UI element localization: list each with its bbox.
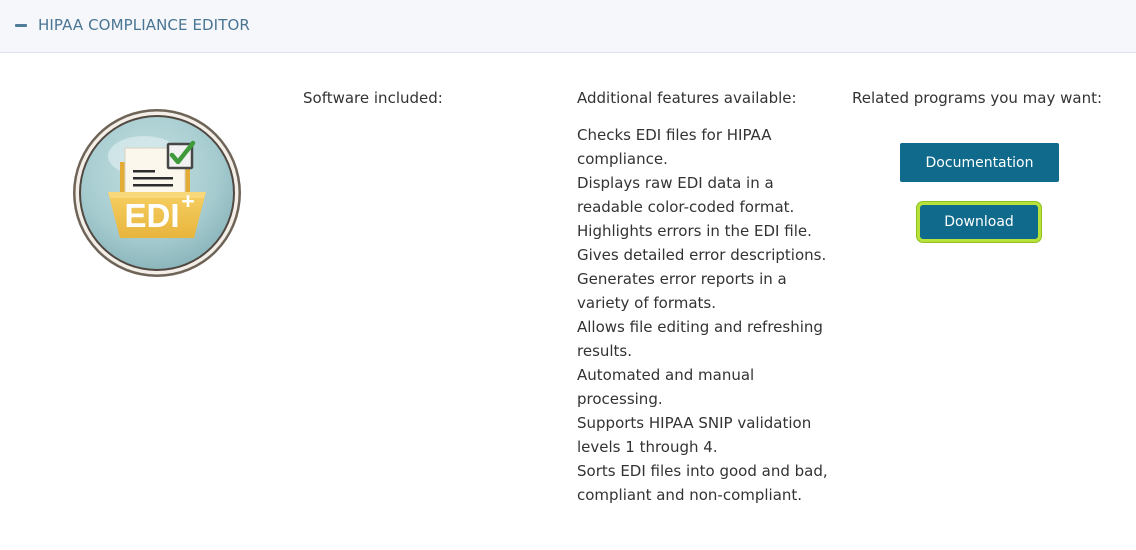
features-list: Checks EDI files for HIPAA compliance. D… — [577, 123, 839, 507]
feature-item: Allows file editing and refreshing resul… — [577, 318, 823, 360]
software-included-heading: Software included: — [303, 89, 443, 107]
minus-icon[interactable] — [15, 24, 27, 27]
feature-item: Checks EDI files for HIPAA compliance. — [577, 126, 772, 168]
documentation-button[interactable]: Documentation — [900, 143, 1059, 182]
edi-logo-text: EDI — [124, 197, 179, 234]
edi-logo-plus: + — [181, 188, 194, 214]
additional-features-heading: Additional features available: — [577, 89, 797, 107]
feature-item: Automated and manual processing. — [577, 366, 755, 408]
edi-logo: EDI + — [72, 108, 242, 278]
download-button[interactable]: Download — [917, 202, 1041, 242]
related-programs-heading: Related programs you may want: — [852, 89, 1103, 107]
feature-item: Displays raw EDI data in a readable colo… — [577, 174, 795, 216]
feature-item: Highlights errors in the EDI file. — [577, 222, 812, 240]
feature-item: Supports HIPAA SNIP validation levels 1 … — [577, 414, 812, 456]
accordion-title[interactable]: HIPAA COMPLIANCE EDITOR — [38, 14, 250, 36]
feature-item: Gives detailed error descriptions. — [577, 246, 827, 264]
accordion-header[interactable]: HIPAA COMPLIANCE EDITOR — [0, 0, 1136, 53]
folder-document-checkmark-icon: EDI + — [73, 109, 241, 277]
feature-item: Generates error reports in a variety of … — [577, 270, 787, 312]
feature-item: Sorts EDI files into good and bad, compl… — [577, 462, 828, 504]
product-panel: HIPAA COMPLIANCE EDITOR EDI + Software i… — [0, 0, 1136, 550]
